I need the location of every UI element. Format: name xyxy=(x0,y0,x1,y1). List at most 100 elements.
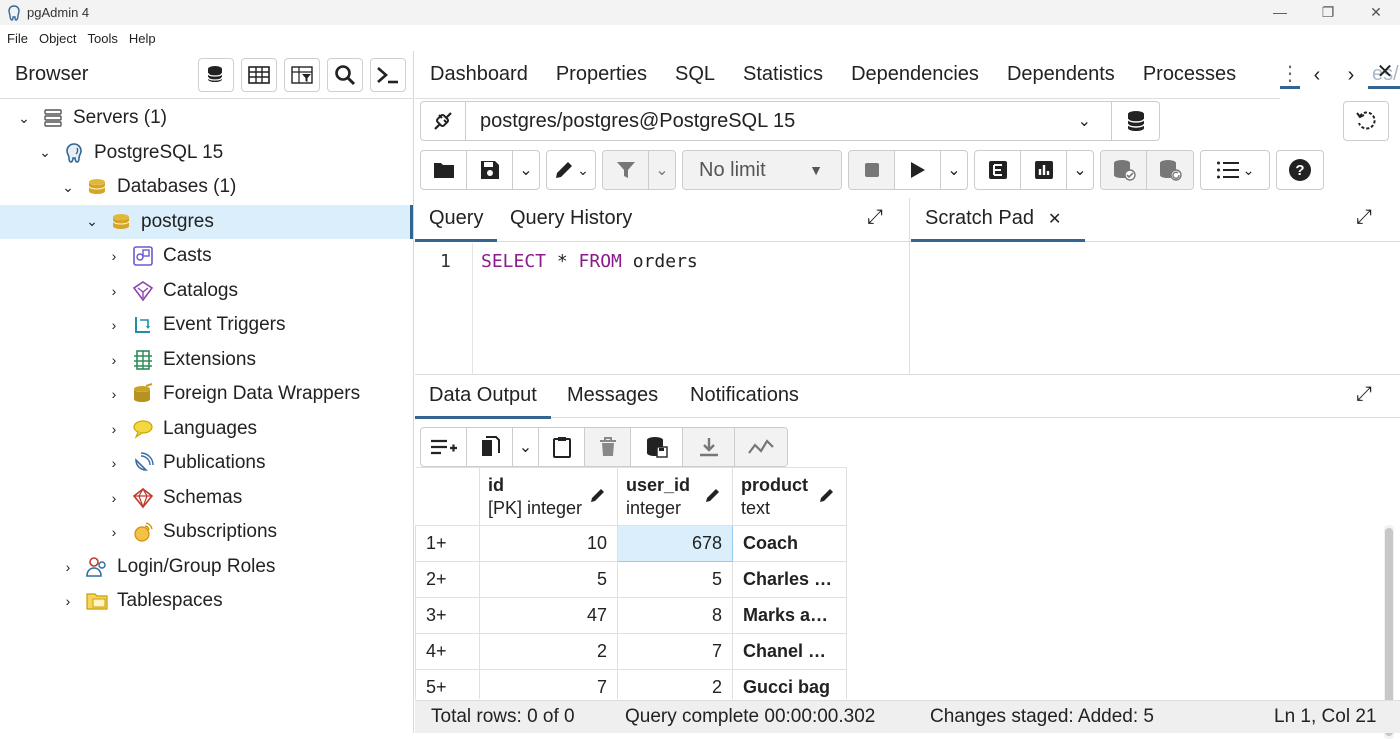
cell-user-id[interactable]: 2 xyxy=(617,669,733,699)
sql-code[interactable]: SELECT * FROM orders xyxy=(481,251,698,272)
tree-item-catalogs[interactable]: › Catalogs xyxy=(0,274,413,309)
view-data-button[interactable] xyxy=(241,57,277,92)
commit-button[interactable] xyxy=(1101,151,1147,189)
row-number[interactable]: 3+ xyxy=(415,597,480,634)
execute-options-dropdown[interactable]: ⌄ xyxy=(941,151,967,189)
filtered-rows-button[interactable] xyxy=(284,57,320,92)
menu-tools[interactable]: Tools xyxy=(88,31,118,46)
cell-user-id[interactable]: 8 xyxy=(617,597,733,634)
paste-button[interactable] xyxy=(539,428,585,466)
reset-layout-button[interactable] xyxy=(1343,101,1389,141)
sql-editor[interactable]: 1 SELECT * FROM orders xyxy=(415,243,909,374)
chevron-down-icon[interactable]: ⌄ xyxy=(17,110,31,127)
copy-options-dropdown[interactable]: ⌄ xyxy=(513,428,539,466)
rollback-button[interactable] xyxy=(1147,151,1193,189)
cell-product[interactable]: Chanel bag xyxy=(732,633,847,670)
column-header-id[interactable]: id [PK] integer xyxy=(479,467,618,526)
row-number[interactable]: 1+ xyxy=(415,525,480,562)
close-window-button[interactable]: ✕ xyxy=(1352,0,1400,25)
table-row[interactable]: 2+ 5 5 Charles a... xyxy=(415,561,847,598)
filter-button[interactable] xyxy=(603,151,649,189)
tree-item-extensions[interactable]: › Extensions xyxy=(0,343,413,378)
cell-id[interactable]: 47 xyxy=(479,597,618,634)
cell-product[interactable]: Charles a... xyxy=(732,561,847,598)
tree-item-servers[interactable]: ⌄ Servers (1) xyxy=(0,101,413,136)
tree-item-foreign-data-wrappers[interactable]: › Foreign Data Wrappers xyxy=(0,377,413,412)
save-options-dropdown[interactable]: ⌄ xyxy=(513,151,539,189)
tab-dependents[interactable]: Dependents xyxy=(993,63,1129,86)
download-button[interactable] xyxy=(683,428,735,466)
cell-id[interactable]: 2 xyxy=(479,633,618,670)
tab-notifications[interactable]: Notifications xyxy=(690,375,799,419)
tree-item-postgresql-15[interactable]: ⌄ PostgreSQL 15 xyxy=(0,136,413,171)
tab-query-tool-partial[interactable]: es/p✕ xyxy=(1368,61,1400,89)
tab-sql[interactable]: SQL xyxy=(661,63,729,86)
cell-user-id[interactable]: 5 xyxy=(617,561,733,598)
filter-options-dropdown[interactable]: ⌄ xyxy=(649,151,675,189)
cell-user-id[interactable]: 678 xyxy=(617,525,733,562)
help-button[interactable]: ? xyxy=(1277,151,1323,189)
tab-query[interactable]: Query xyxy=(415,198,498,242)
graph-visualiser-button[interactable] xyxy=(735,428,787,466)
tab-scroll-right-icon[interactable]: › xyxy=(1334,64,1368,87)
delete-button[interactable] xyxy=(585,428,631,466)
execute-button[interactable] xyxy=(895,151,941,189)
chevron-right-icon[interactable]: › xyxy=(107,524,121,540)
chevron-right-icon[interactable]: › xyxy=(107,317,121,333)
table-row[interactable]: 3+ 47 8 Marks an... xyxy=(415,597,847,634)
save-data-button[interactable] xyxy=(631,428,683,466)
tree-item-event-triggers[interactable]: › Event Triggers xyxy=(0,308,413,343)
chevron-right-icon[interactable]: › xyxy=(61,559,75,575)
search-objects-button[interactable] xyxy=(327,57,363,92)
row-number-header[interactable] xyxy=(415,467,480,526)
tree-item-databases[interactable]: ⌄ Databases (1) xyxy=(0,170,413,205)
tree-item-casts[interactable]: › Casts xyxy=(0,239,413,274)
expand-icon[interactable]: ⤢ xyxy=(1356,206,1372,229)
column-header-user-id[interactable]: user_id integer xyxy=(617,467,733,526)
tree-item-publications[interactable]: › Publications xyxy=(0,446,413,481)
expand-icon[interactable]: ⤢ xyxy=(1356,383,1372,406)
macros-button[interactable]: ⌄ xyxy=(1201,151,1269,189)
tab-dashboard[interactable]: Dashboard xyxy=(415,63,542,86)
tab-scratch-pad[interactable]: Scratch Pad ✕ xyxy=(911,198,1085,242)
chevron-right-icon[interactable]: › xyxy=(107,352,121,368)
cell-id[interactable]: 7 xyxy=(479,669,618,699)
tree-item-tablespaces[interactable]: › Tablespaces xyxy=(0,584,413,619)
cell-id[interactable]: 5 xyxy=(479,561,618,598)
chevron-right-icon[interactable]: › xyxy=(107,386,121,402)
copy-button[interactable] xyxy=(467,428,513,466)
new-connection-button[interactable] xyxy=(1112,101,1160,141)
tree-item-subscriptions[interactable]: › Subscriptions xyxy=(0,515,413,550)
chevron-down-icon[interactable]: ⌄ xyxy=(85,213,99,230)
explain-button[interactable] xyxy=(975,151,1021,189)
stop-query-button[interactable] xyxy=(849,151,895,189)
row-number[interactable]: 2+ xyxy=(415,561,480,598)
cell-id[interactable]: 10 xyxy=(479,525,618,562)
tree-item-login-group-roles[interactable]: › Login/Group Roles xyxy=(0,550,413,585)
tab-scroll-left-icon[interactable]: ‹ xyxy=(1300,64,1334,87)
explain-options-dropdown[interactable]: ⌄ xyxy=(1067,151,1093,189)
object-explorer-button[interactable] xyxy=(198,57,234,92)
chevron-right-icon[interactable]: › xyxy=(107,455,121,471)
column-header-product[interactable]: product text xyxy=(732,467,847,526)
menu-help[interactable]: Help xyxy=(129,31,156,46)
tab-dependencies[interactable]: Dependencies xyxy=(837,63,993,86)
open-file-button[interactable] xyxy=(421,151,467,189)
row-number[interactable]: 4+ xyxy=(415,633,480,670)
minimize-button[interactable]: — xyxy=(1256,0,1304,25)
tab-processes[interactable]: Processes xyxy=(1129,63,1250,86)
tree-item-postgres-db[interactable]: ⌄ postgres xyxy=(0,204,413,239)
chevron-down-icon[interactable]: ⌄ xyxy=(61,179,75,196)
tree-item-schemas[interactable]: › Schemas xyxy=(0,481,413,516)
cell-product[interactable]: Coach xyxy=(732,525,847,562)
table-row[interactable]: 4+ 2 7 Chanel bag xyxy=(415,633,847,670)
expand-icon[interactable]: ⤢ xyxy=(867,206,883,229)
table-row[interactable]: 5+ 7 2 Gucci bag xyxy=(415,669,847,699)
chevron-right-icon[interactable]: › xyxy=(61,593,75,609)
tab-query-history[interactable]: Query History xyxy=(510,198,632,242)
cell-product[interactable]: Marks an... xyxy=(732,597,847,634)
tab-data-output[interactable]: Data Output xyxy=(415,375,551,419)
cell-product[interactable]: Gucci bag xyxy=(732,669,847,699)
chevron-right-icon[interactable]: › xyxy=(107,248,121,264)
connection-select[interactable]: postgres/postgres@PostgreSQL 15 ⌄ xyxy=(466,101,1112,141)
